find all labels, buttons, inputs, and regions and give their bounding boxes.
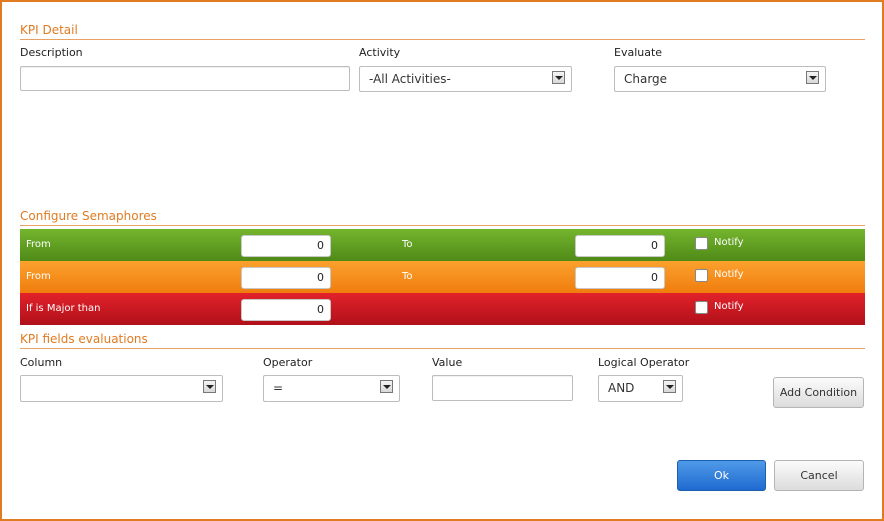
kpi-dialog: KPI Detail Description Activity -All Act…	[0, 0, 884, 521]
semaphore-from-input[interactable]: 0	[241, 267, 331, 289]
value-label: Value	[432, 356, 463, 369]
semaphore-to-input[interactable]: 0	[575, 235, 665, 257]
description-label: Description	[20, 46, 83, 59]
logical-operator-label: Logical Operator	[598, 356, 690, 369]
evaluate-select-value: Charge	[624, 72, 668, 86]
semaphore-to-label: To	[402, 239, 413, 250]
semaphore-to-input[interactable]: 0	[575, 267, 665, 289]
logical-operator-select-value: AND	[608, 381, 635, 395]
semaphore-major-label: If is Major than	[26, 303, 101, 314]
semaphores-divider	[20, 225, 865, 226]
column-select[interactable]	[20, 375, 223, 402]
notify-checkbox[interactable]	[695, 301, 708, 314]
operator-select[interactable]: =	[263, 375, 400, 402]
semaphore-row-green: From 0 To 0 Notify	[20, 229, 865, 261]
add-condition-button[interactable]: Add Condition	[773, 377, 864, 408]
notify-label: Notify	[714, 301, 744, 312]
semaphore-from-input[interactable]: 0	[241, 235, 331, 257]
fields-title: KPI fields evaluations	[20, 332, 148, 346]
evaluate-label: Evaluate	[614, 46, 663, 59]
logical-operator-select[interactable]: AND	[598, 375, 683, 402]
activity-label: Activity	[359, 46, 401, 59]
semaphore-row-orange: From 0 To 0 Notify	[20, 261, 865, 293]
chevron-down-icon[interactable]	[203, 380, 216, 393]
kpi-detail-divider	[20, 39, 865, 40]
activity-select[interactable]: -All Activities-	[359, 66, 572, 92]
semaphores-title: Configure Semaphores	[20, 209, 157, 223]
semaphore-major-input[interactable]: 0	[241, 299, 331, 321]
evaluate-select[interactable]: Charge	[614, 66, 826, 92]
activity-select-value: -All Activities-	[369, 72, 451, 86]
notify-label: Notify	[714, 269, 744, 280]
chevron-down-icon[interactable]	[380, 380, 393, 393]
value-input[interactable]	[432, 375, 573, 401]
operator-label: Operator	[263, 356, 313, 369]
cancel-button[interactable]: Cancel	[774, 460, 864, 491]
chevron-down-icon[interactable]	[663, 380, 676, 393]
ok-button[interactable]: Ok	[677, 460, 766, 491]
chevron-down-icon[interactable]	[552, 71, 565, 84]
column-label: Column	[20, 356, 63, 369]
semaphore-from-label: From	[26, 271, 51, 282]
kpi-detail-title: KPI Detail	[20, 23, 78, 37]
operator-select-value: =	[273, 381, 284, 395]
fields-divider	[20, 348, 865, 349]
semaphore-from-label: From	[26, 239, 51, 250]
semaphore-to-label: To	[402, 271, 413, 282]
description-input[interactable]	[20, 66, 350, 91]
notify-checkbox[interactable]	[695, 269, 708, 282]
notify-label: Notify	[714, 237, 744, 248]
notify-checkbox[interactable]	[695, 237, 708, 250]
semaphore-row-red: If is Major than 0 Notify	[20, 293, 865, 325]
chevron-down-icon[interactable]	[806, 71, 819, 84]
